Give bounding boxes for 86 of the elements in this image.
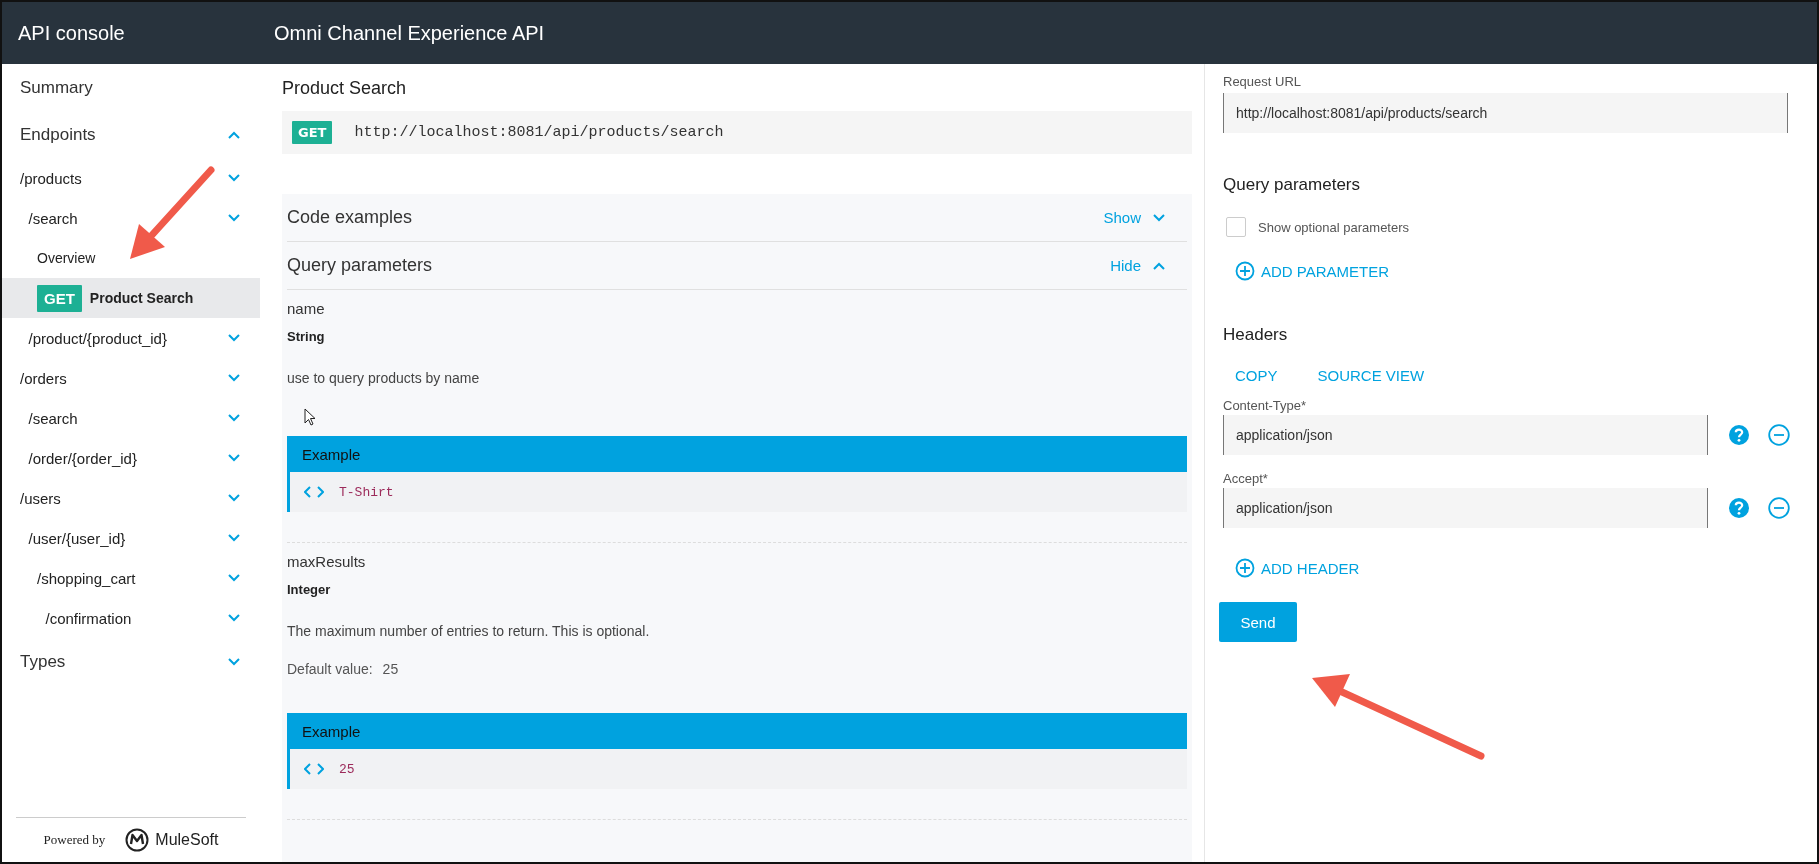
endpoint-url: http://localhost:8081/api/products/search <box>354 124 724 141</box>
nav-label: Endpoints <box>20 124 97 145</box>
nav-label: Summary <box>20 77 94 98</box>
logo-icon <box>125 828 150 852</box>
code-icon <box>304 763 324 775</box>
parameter-description: use to query products by name <box>287 370 481 386</box>
nav-item[interactable]: /orders <box>2 358 260 398</box>
default-value: 25 <box>382 661 399 677</box>
nav-label: /search <box>28 409 79 427</box>
plus-circle-icon <box>1235 558 1255 578</box>
chevron-down-icon <box>228 574 240 582</box>
request-url-field[interactable]: http://localhost:8081/api/products/search <box>1223 93 1788 133</box>
nav-item[interactable]: Summary <box>2 64 260 111</box>
brand-name: MuleSoft <box>155 831 219 849</box>
nav-item[interactable]: Endpoints <box>2 111 260 158</box>
mouse-cursor-icon <box>304 408 316 426</box>
parameter-type: Integer <box>287 582 332 597</box>
nav-label: /users <box>20 489 62 507</box>
chevron-down-icon <box>228 374 240 382</box>
checkbox[interactable] <box>1226 217 1246 237</box>
parameter-type: String <box>287 329 326 344</box>
nav-label: /order/{order_id} <box>28 449 138 467</box>
parameter-description: The maximum number of entries to return. This is optional. <box>287 623 651 639</box>
chevron-down-icon <box>228 174 240 182</box>
section-title: Query parameters <box>1223 175 1361 195</box>
section-title: Headers <box>1223 325 1289 345</box>
nav-item[interactable]: /user/{user_id} <box>2 518 260 558</box>
nav-label: /user/{user_id} <box>28 529 127 547</box>
nav-item[interactable]: /confirmation <box>2 598 260 638</box>
parameter-name: name <box>287 300 326 317</box>
code-icon <box>304 486 324 498</box>
nav-item[interactable]: GET Product Search <box>2 278 260 318</box>
chevron-down-icon <box>228 334 240 342</box>
chevron-down-icon <box>228 534 240 542</box>
powered-by-text: Powered by <box>43 832 106 848</box>
example-value: T-Shirt <box>339 484 394 500</box>
default-value-label: Default value: <box>287 661 373 677</box>
header-value-field[interactable]: application/json <box>1223 415 1708 455</box>
nav-label: /orders <box>20 369 68 387</box>
section-title: Query parameters <box>287 255 433 276</box>
field-label: Request URL <box>1223 74 1303 89</box>
chevron-up-icon <box>228 130 240 139</box>
nav-item[interactable]: /search <box>2 398 260 438</box>
nav-item[interactable]: /products <box>2 158 260 198</box>
header-value-field[interactable]: application/json <box>1223 488 1708 528</box>
nav-label: Types <box>20 651 67 672</box>
chevron-down-icon <box>228 494 240 502</box>
nav-item[interactable]: Overview <box>2 238 260 278</box>
help-icon[interactable] <box>1728 497 1750 519</box>
parameter-name: maxResults <box>287 553 367 570</box>
nav-label: Overview <box>37 250 97 266</box>
nav-item[interactable]: /order/{order_id} <box>2 438 260 478</box>
chevron-up-icon <box>1153 261 1165 270</box>
chevron-down-icon <box>228 454 240 462</box>
chevron-down-icon <box>228 414 240 422</box>
example-value: 25 <box>339 761 355 777</box>
chevron-down-icon <box>1153 213 1165 222</box>
chevron-down-icon <box>228 657 240 666</box>
plus-circle-icon <box>1235 261 1255 281</box>
example-header: Example <box>290 713 1187 749</box>
page-title: Product Search <box>282 78 408 99</box>
chevron-down-icon <box>228 214 240 222</box>
field-label: Content-Type* <box>1223 398 1308 413</box>
section-title: Code examples <box>287 207 413 228</box>
method-badge: GET <box>292 121 333 144</box>
nav-item[interactable]: /shopping_cart <box>2 558 260 598</box>
method-badge: GET <box>37 284 82 312</box>
app-title: API console <box>18 21 125 44</box>
chevron-down-icon <box>228 614 240 622</box>
nav-item[interactable]: /search <box>2 198 260 238</box>
nav-label: /confirmation <box>45 609 133 627</box>
example-header: Example <box>290 436 1187 472</box>
help-icon[interactable] <box>1728 424 1750 446</box>
nav-item[interactable]: Types <box>2 638 260 685</box>
remove-icon[interactable] <box>1768 497 1790 519</box>
nav-label: Product Search <box>89 290 195 306</box>
nav-label: /shopping_cart <box>37 569 137 587</box>
field-label: Accept* <box>1223 471 1269 486</box>
nav-item[interactable]: /users <box>2 478 260 518</box>
nav-item[interactable]: /product/{product_id} <box>2 318 260 358</box>
api-title: Omni Channel Experience API <box>273 21 545 45</box>
nav-label: /search <box>28 209 79 227</box>
nav-label: /product/{product_id} <box>28 329 168 347</box>
checkbox-label: Show optional parameters <box>1258 219 1410 235</box>
remove-icon[interactable] <box>1768 424 1790 446</box>
nav-label: /products <box>20 169 83 187</box>
